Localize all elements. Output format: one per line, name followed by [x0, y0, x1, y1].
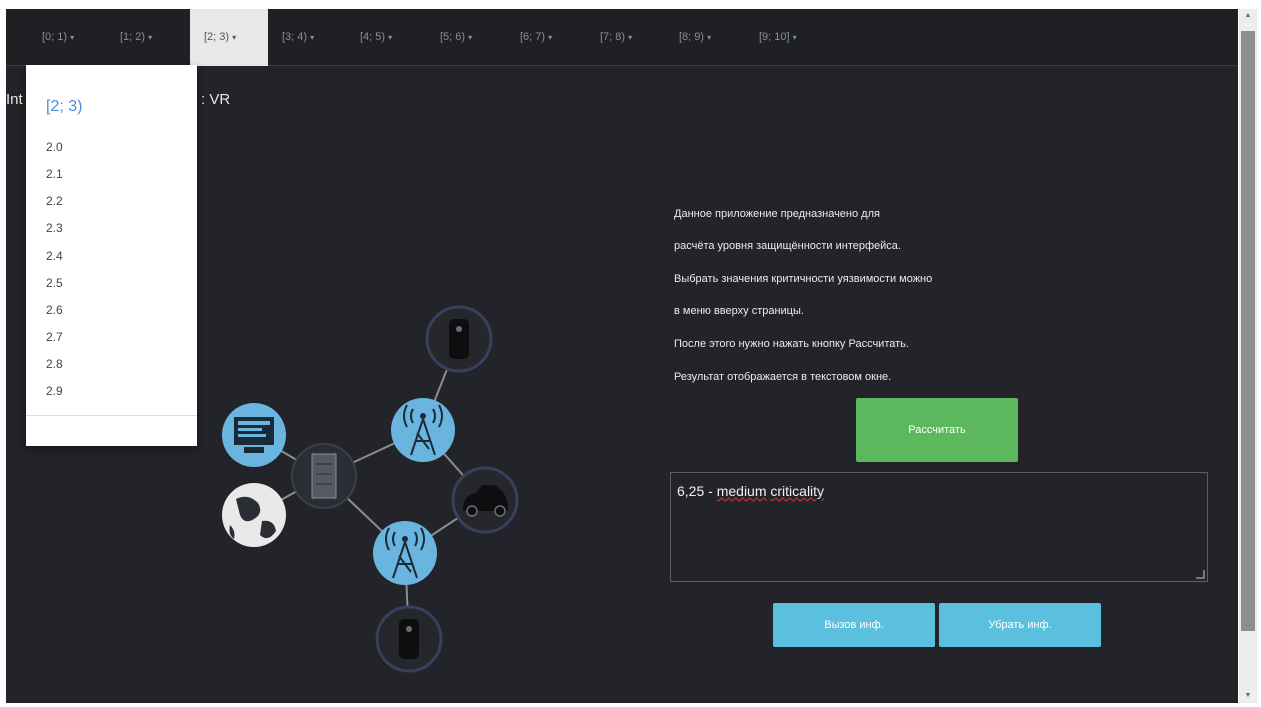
antenna-tower-icon — [391, 398, 455, 462]
server-icon — [291, 443, 357, 509]
nav-item-8-9[interactable]: [8; 9) ▾ — [675, 9, 715, 66]
info-line: Выбрать значения критичности уязвимости … — [674, 273, 933, 285]
globe-icon — [222, 483, 286, 547]
dropdown-header: [2; 3) — [46, 98, 83, 115]
nav-item-1-2[interactable]: [1; 2) ▾ — [116, 9, 156, 66]
resize-grip[interactable] — [1196, 570, 1205, 579]
network-diagram — [222, 305, 519, 673]
phone-icon — [375, 605, 443, 673]
info-line: После этого нужно нажать кнопку Рассчита… — [674, 338, 909, 350]
page-title-start: Int — [6, 91, 23, 108]
dropdown-item[interactable]: 2.3 — [46, 221, 63, 235]
nav-item-3-4[interactable]: [3; 4) ▾ — [278, 9, 318, 66]
nav-item-4-5[interactable]: [4; 5) ▾ — [356, 9, 396, 66]
dropdown-item[interactable]: 2.0 — [46, 140, 63, 154]
app-window: [0; 1) ▾ [1; 2) ▾ [2; 3) ▾ [3; 4) ▾ [4; 5) ▾ … — [6, 9, 1238, 703]
dropdown-item[interactable]: 2.6 — [46, 303, 63, 317]
scroll-down-arrow-icon[interactable]: ▼ — [1239, 689, 1257, 703]
info-line: Данное приложение предназначено для — [674, 208, 880, 220]
nav-item-5-6[interactable]: [5; 6) ▾ — [436, 9, 476, 66]
nav-item-6-7[interactable]: [6; 7) ▾ — [516, 9, 556, 66]
hide-info-button[interactable]: Убрать инф. — [939, 603, 1101, 647]
car-icon — [451, 466, 519, 534]
scrollbar-thumb[interactable] — [1241, 31, 1255, 631]
computer-icon — [222, 403, 286, 467]
result-text: 6,25 - medium criticality — [677, 483, 825, 499]
info-line: Результат отображается в текстовом окне. — [674, 371, 892, 383]
dropdown-item[interactable]: 2.4 — [46, 249, 63, 263]
info-line: в меню вверху страницы. — [674, 305, 804, 317]
phone-icon — [425, 305, 493, 373]
dropdown-item[interactable]: 2.2 — [46, 194, 63, 208]
dropdown-item[interactable]: 2.9 — [46, 384, 63, 398]
dropdown-divider — [26, 415, 197, 416]
nav-item-0-1[interactable]: [0; 1) ▾ — [38, 9, 78, 66]
show-info-button[interactable]: Вызов инф. — [773, 603, 935, 647]
dropdown-item[interactable]: 2.8 — [46, 357, 63, 371]
nav-item-9-10[interactable]: [9; 10] ▾ — [755, 9, 801, 66]
antenna-tower-icon — [373, 521, 437, 585]
calculate-button[interactable]: Рассчитать — [856, 398, 1018, 462]
navbar: [0; 1) ▾ [1; 2) ▾ [2; 3) ▾ [3; 4) ▾ [4; 5) ▾ … — [6, 9, 1238, 66]
dropdown-item[interactable]: 2.7 — [46, 330, 63, 344]
nav-item-7-8[interactable]: [7; 8) ▾ — [596, 9, 636, 66]
nav-item-2-3[interactable]: [2; 3) ▾ — [190, 9, 268, 66]
info-line: расчёта уровня защищённости интерфейса. — [674, 240, 901, 252]
scroll-up-arrow-icon[interactable]: ▲ — [1239, 9, 1257, 23]
vertical-scrollbar[interactable]: ▲ ▼ — [1239, 9, 1257, 703]
dropdown-item[interactable]: 2.1 — [46, 167, 63, 181]
dropdown-item[interactable]: 2.5 — [46, 276, 63, 290]
page-title-end: : VR — [201, 91, 231, 108]
result-textarea[interactable]: 6,25 - medium criticality — [670, 472, 1208, 582]
dropdown-menu: [2; 3) 2.0 2.1 2.2 2.3 2.4 2.5 2.6 2.7 2… — [26, 65, 197, 446]
